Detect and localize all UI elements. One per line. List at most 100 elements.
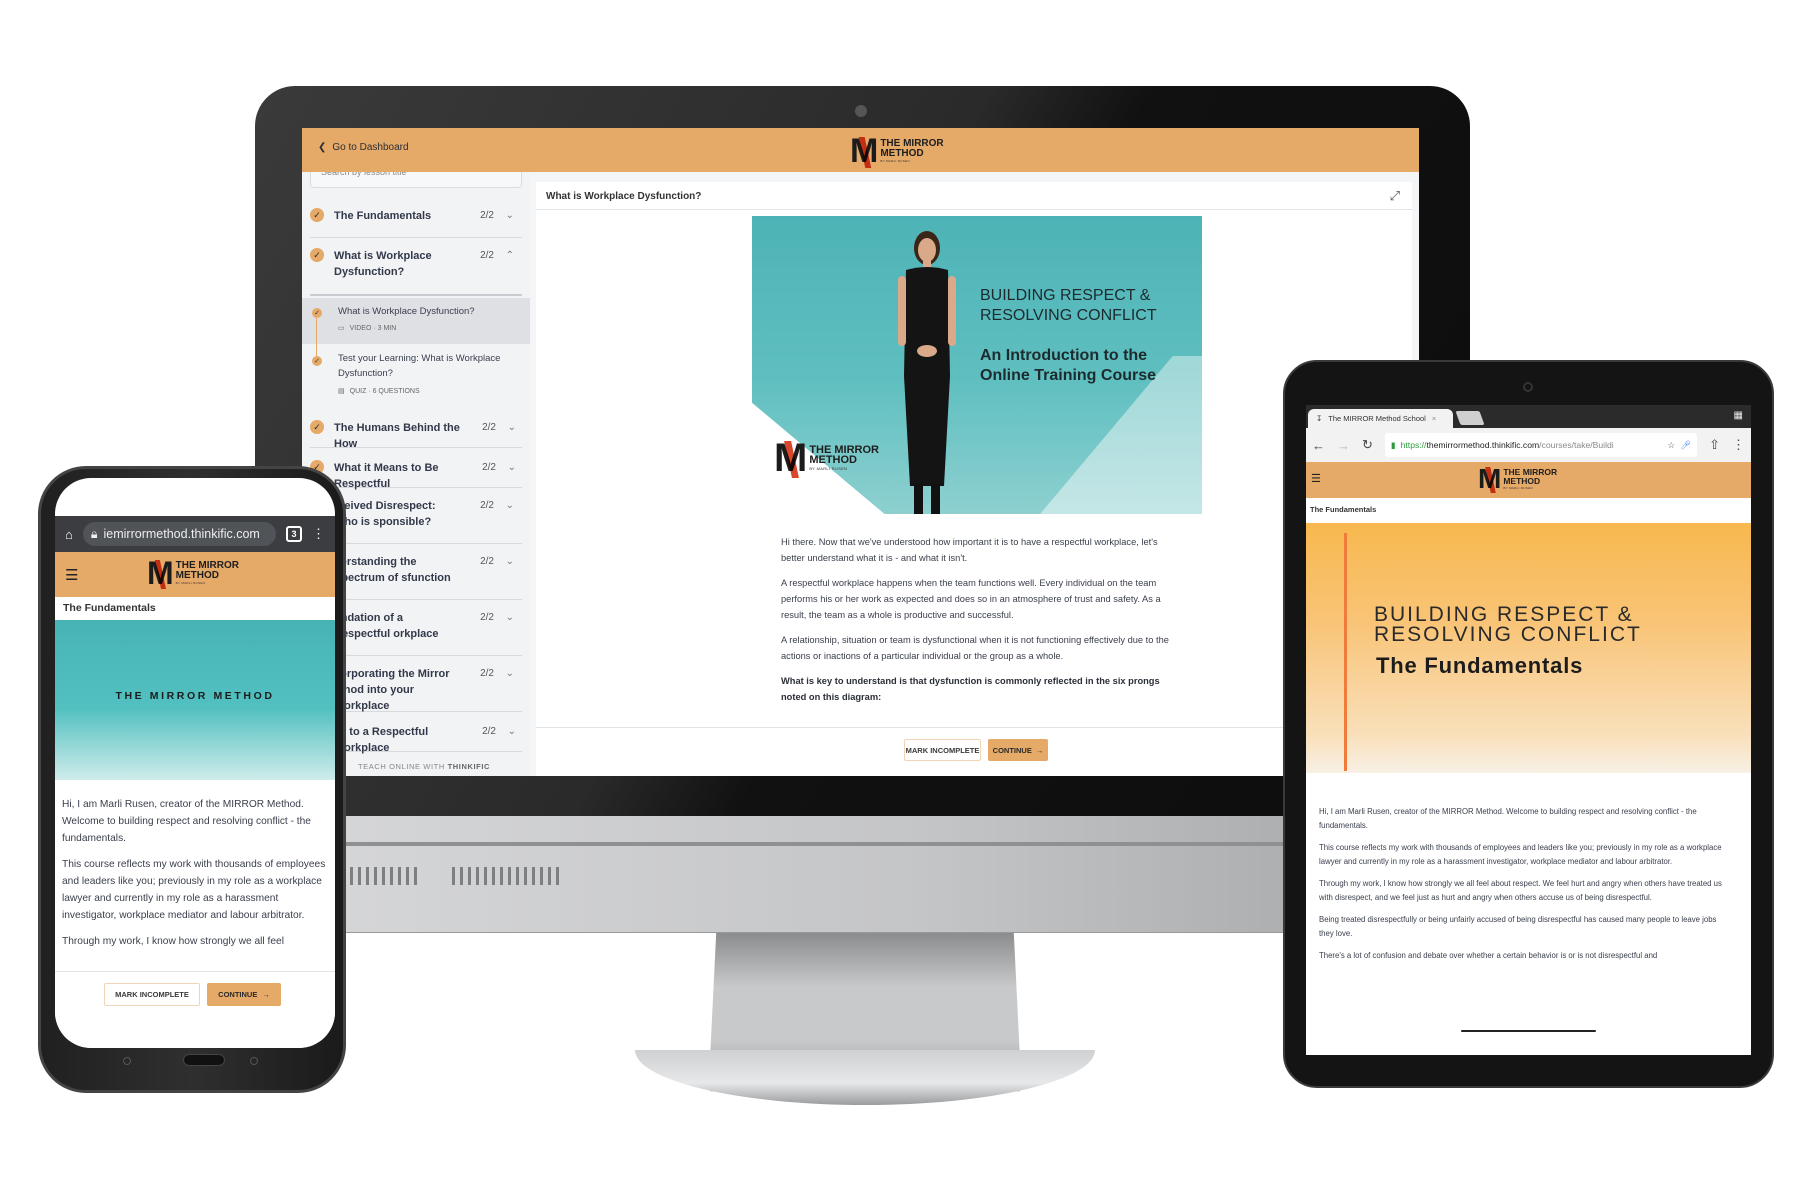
lesson-item-active[interactable]: ✓ What is Workplace Dysfunction? ▭ VIDEO…	[302, 298, 530, 344]
continue-button[interactable]: CONTINUE →	[207, 983, 281, 1006]
lesson-paragraph: A relationship, situation or team is dys…	[781, 635, 1169, 661]
video-title-line2: RESOLVING CONFLICT	[980, 307, 1157, 324]
forward-arrow-icon[interactable]: →	[1337, 438, 1350, 453]
banner-subtitle: The Fundamentals	[1376, 653, 1584, 678]
check-icon: ✓	[310, 420, 324, 434]
brand-logo: M THE MIRROR METHOD BY MARLI RUSEN	[850, 134, 944, 168]
go-to-dashboard-label: Go to Dashboard	[332, 142, 409, 153]
mobile-banner-text: THE MIRROR METHOD	[115, 690, 275, 702]
chevron-down-icon[interactable]: ⌄	[496, 420, 516, 436]
chapter-item[interactable]: ✓ The Humans Behind the How 2/2 ⌄	[310, 408, 522, 450]
url-host: themirrormethod.thinkific.com	[1426, 440, 1540, 450]
star-icon[interactable]: ☆	[1667, 440, 1675, 451]
continue-button[interactable]: CONTINUE →	[988, 739, 1048, 761]
lesson-search-input[interactable]: Search by lesson title	[310, 172, 522, 188]
tablet-camera	[1523, 382, 1533, 392]
video-player[interactable]: BUILDING RESPECT & RESOLVING CONFLICT An…	[752, 216, 1202, 514]
mobile-browser-toolbar: ⌂ 🔒︎ iemirrormethod.thinkific.com 3 ⋮	[55, 516, 335, 552]
monitor-stand-foot	[635, 1050, 1095, 1105]
logo-line2: METHOD	[880, 147, 924, 159]
new-tab-button[interactable]	[1455, 411, 1485, 425]
more-menu-icon[interactable]: ⋮	[1732, 437, 1745, 453]
thinkific-footer-link[interactable]: TEACH ONLINE WITH THINKIFIC	[358, 762, 490, 771]
tablet-address-bar[interactable]: ▮ https://themirrormethod.thinkific.com /…	[1384, 433, 1698, 457]
chapter-title: corporating the Mirror ethod into your W…	[334, 668, 450, 712]
lesson-meta-text: VIDEO · 3 MIN	[349, 324, 397, 332]
back-arrow-icon[interactable]: ←	[1312, 438, 1325, 453]
more-menu-icon[interactable]: ⋮	[312, 526, 325, 542]
chevron-down-icon[interactable]: ⌄	[496, 460, 516, 476]
chapter-title: rceived Disrespect: Who is sponsible?	[334, 500, 436, 528]
lesson-item[interactable]: ✓ Test your Learning: What is Workplace …	[302, 344, 530, 408]
chevron-down-icon[interactable]: ⌄	[494, 498, 514, 514]
check-icon: ✓	[312, 308, 322, 318]
lesson-title: What is Workplace Dysfunction?	[338, 306, 475, 317]
desktop-screen: ❮ Go to Dashboard M THE MIRROR METHOD BY…	[302, 128, 1419, 776]
mobile-course-header: ☰ M THE MIRROR METHOD BY MARLI RUSEN	[55, 552, 335, 597]
chapter-title: undation of a Respectful orkplace	[334, 612, 439, 640]
check-icon: ✓	[312, 356, 322, 366]
tablet-tab-strip: ↧ The MIRROR Method School × ▦	[1306, 405, 1751, 428]
speaker-grille-right	[452, 867, 559, 885]
home-icon[interactable]: ⌂	[65, 527, 73, 542]
banner-title: BUILDING RESPECT & RESOLVING CONFLICT	[1374, 604, 1642, 645]
lesson-paragraph: This course reflects my work with thousa…	[1319, 843, 1722, 866]
chevron-down-icon[interactable]: ⌄	[494, 610, 514, 626]
reload-icon[interactable]: ↻	[1362, 437, 1373, 453]
check-icon: ✓	[310, 248, 324, 262]
hamburger-menu-icon[interactable]: ☰	[65, 566, 78, 584]
expand-icon[interactable]: ⤢	[1390, 188, 1400, 204]
logo-line2: METHOD	[175, 569, 219, 581]
chapter-title: The Fundamentals	[334, 210, 432, 222]
share-icon[interactable]: ⇧	[1709, 437, 1720, 453]
lesson-meta: ▤ QUIZ · 6 QUESTIONS	[338, 387, 420, 396]
tablet-browser-toolbar: ← → ↻ ▮ https://themirrormethod.thinkifi…	[1306, 428, 1751, 462]
mark-incomplete-button[interactable]: MARK INCOMPLETE	[104, 983, 200, 1006]
continue-label: CONTINUE	[992, 745, 1032, 755]
tab-switcher-icon[interactable]: ▦	[1734, 410, 1743, 421]
go-to-dashboard-link[interactable]: ❮ Go to Dashboard	[318, 142, 409, 153]
hamburger-menu-icon[interactable]: ☰	[1311, 472, 1321, 485]
chevron-down-icon[interactable]: ⌄	[496, 724, 516, 740]
logo-mark-icon: M	[850, 132, 878, 170]
arrow-right-icon: →	[262, 990, 270, 999]
chapter-item[interactable]: ✓ The Fundamentals 2/2 ⌄	[310, 198, 522, 238]
lesson-paragraph-bold: What is key to understand is that dysfun…	[781, 676, 1160, 702]
microphone-icon[interactable]: 🎤︎	[1680, 440, 1691, 451]
url-scheme: https://	[1400, 440, 1427, 450]
lesson-paragraph: Hi, I am Marli Rusen, creator of the MIR…	[1319, 807, 1697, 830]
chapter-item[interactable]: ✓ What is Workplace Dysfunction? 2/2 ⌃	[310, 238, 522, 296]
lesson-footer: MARK INCOMPLETE CONTINUE →	[536, 727, 1412, 776]
chevron-down-icon[interactable]: ⌄	[494, 666, 514, 682]
lesson-meta-text: QUIZ · 6 QUESTIONS	[349, 387, 420, 395]
chapter-item[interactable]: ✓ What it Means to Be Respectful 2/2 ⌄	[310, 448, 522, 490]
close-tab-icon[interactable]: ×	[1432, 414, 1436, 423]
lesson-paragraph: A respectful workplace happens when the …	[781, 578, 1161, 620]
quiz-icon: ▤	[338, 388, 345, 395]
chapter-title: derstanding the Spectrum of sfunction	[334, 556, 451, 584]
chapter-progress: 2/2	[480, 250, 494, 261]
phone-home-button	[183, 1054, 225, 1066]
chevron-up-icon[interactable]: ⌃	[494, 248, 514, 264]
monitor-camera	[855, 105, 867, 117]
mark-incomplete-button[interactable]: MARK INCOMPLETE	[904, 739, 981, 761]
chevron-down-icon[interactable]: ⌄	[494, 208, 514, 224]
footer-prefix: TEACH ONLINE WITH	[358, 762, 445, 771]
video-brand-logo: M THE MIRROR METHOD BY MARLI RUSEN	[774, 438, 879, 478]
tab-count-button[interactable]: 3	[286, 526, 302, 542]
logo-byline: BY MARLI RUSEN	[175, 581, 206, 585]
footer-brand: THINKIFIC	[447, 762, 491, 771]
logo-line2: METHOD	[1503, 475, 1541, 486]
chevron-down-icon[interactable]: ⌄	[494, 554, 514, 570]
video-subtitle-line2: Online Training Course	[980, 367, 1157, 384]
browser-tab[interactable]: ↧ The MIRROR Method School ×	[1308, 409, 1453, 428]
video-icon: ▭	[338, 325, 345, 332]
mobile-address-bar[interactable]: 🔒︎ iemirrormethod.thinkific.com	[82, 522, 276, 546]
lesson-content: What is Workplace Dysfunction? ⤢ BUILDIN…	[536, 182, 1412, 776]
video-subtitle-line1: An Introduction to the	[980, 347, 1148, 364]
lesson-paragraph: Through my work, I know how strongly we …	[62, 936, 284, 947]
check-icon: ✓	[310, 208, 324, 222]
mobile-lesson-text: Hi, I am Marli Rusen, creator of the MIR…	[62, 796, 327, 959]
chapter-progress: 2/2	[480, 500, 494, 511]
lock-icon: 🔒︎	[90, 526, 98, 541]
